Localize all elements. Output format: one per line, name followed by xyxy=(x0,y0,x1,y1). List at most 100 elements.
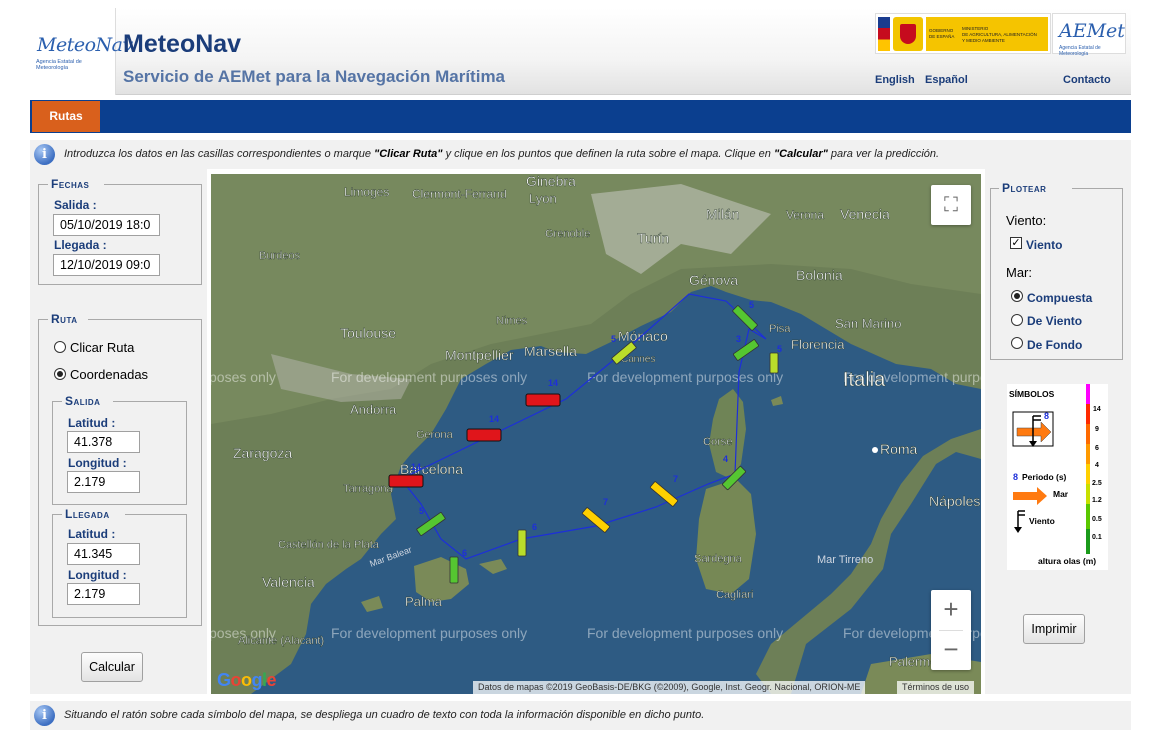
scale-value: 9 xyxy=(1095,426,1099,433)
city-label: Clermont-Ferrand xyxy=(412,187,507,201)
mar-heading: Mar: xyxy=(1006,265,1032,280)
salida-lat-label: Latitud : xyxy=(68,416,116,430)
roma-marker xyxy=(872,447,878,453)
city-label: Mónaco xyxy=(618,328,668,344)
mar-de-fondo-radio[interactable] xyxy=(1011,337,1023,349)
tab-rutas[interactable]: Rutas xyxy=(32,101,100,132)
calcular-button[interactable]: Calcular xyxy=(81,652,143,682)
scale-value: 0.5 xyxy=(1092,516,1102,523)
city-label: Nimes xyxy=(496,315,528,327)
city-label: Andorra xyxy=(350,402,397,417)
llegada-lat-input[interactable]: 41.345 xyxy=(67,543,140,565)
svg-text:14: 14 xyxy=(489,414,499,424)
zoom-out-button[interactable]: − xyxy=(931,630,971,670)
terms-link[interactable]: Términos de uso xyxy=(897,681,975,694)
city-label: Alicante (Alacant) xyxy=(238,635,324,647)
info-icon: i xyxy=(34,144,55,165)
sardinia-island xyxy=(696,479,756,594)
mar-de-viento-radio[interactable] xyxy=(1011,314,1023,326)
example-period-2: 8 xyxy=(1013,472,1019,482)
watermark-text: For development purposes only xyxy=(587,625,783,641)
navbar: Rutas xyxy=(30,100,1131,133)
mar-de-fondo-label[interactable]: De Fondo xyxy=(1027,338,1082,352)
google-logo[interactable]: Google xyxy=(217,670,277,691)
llegada-lon-input[interactable]: 2.179 xyxy=(67,583,140,605)
scale-label: altura olas (m) xyxy=(1038,556,1097,566)
info-text-top: Introduzca los datos en las casillas cor… xyxy=(64,148,940,160)
svg-text:6: 6 xyxy=(462,548,467,558)
city-label: Grenoble xyxy=(545,228,590,240)
salida-date-input[interactable]: 05/10/2019 18:0 xyxy=(53,214,160,236)
english-link[interactable]: English xyxy=(875,74,915,86)
page-title: MeteoNav xyxy=(123,30,242,58)
scale-value: 1.2 xyxy=(1092,497,1102,504)
city-label: Montpellier xyxy=(445,347,514,363)
city-label: Castellón de la Plata xyxy=(278,539,380,551)
zoom-control: + − xyxy=(931,590,971,670)
zoom-in-button[interactable]: + xyxy=(931,590,971,630)
aemet-logo[interactable]: AEMet Agencia Estatal de Meteorología xyxy=(1052,13,1126,57)
clicar-ruta-label[interactable]: Clicar Ruta xyxy=(70,340,134,355)
city-label: Venecia xyxy=(840,206,890,222)
city-label: Marsella xyxy=(524,343,577,359)
mar-de-viento-label[interactable]: De Viento xyxy=(1027,314,1082,328)
ministry-text-2: DE AGRICULTURA, ALIMENTACIÓN xyxy=(962,32,1037,37)
watermark-text: For development purposes only xyxy=(331,625,527,641)
route-symbol[interactable]: 14 xyxy=(466,414,502,442)
clicar-ruta-radio[interactable] xyxy=(54,341,66,353)
government-logo[interactable]: GOBIERNO DE ESPAÑA MINISTERIO DE AGRICUL… xyxy=(875,13,1051,54)
llegada-lat-label: Latitud : xyxy=(68,527,116,541)
city-label: Zaragoza xyxy=(233,445,292,461)
salida-date-label: Salida : xyxy=(54,198,97,212)
ministry-text-3: Y MEDIO AMBIENTE xyxy=(962,38,1005,43)
salida-lon-label: Longitud : xyxy=(68,456,127,470)
fullscreen-button[interactable]: ⛶ xyxy=(931,185,971,225)
route-symbol[interactable]: 5 xyxy=(732,300,758,331)
salida-lat-input[interactable]: 41.378 xyxy=(67,431,140,453)
route-symbol[interactable]: 3 xyxy=(733,334,759,361)
city-label: Verona xyxy=(786,208,824,222)
scale-value: 14 xyxy=(1093,406,1101,413)
contact-link[interactable]: Contacto xyxy=(1063,74,1111,86)
city-label: Génova xyxy=(689,272,738,288)
route-map[interactable]: poses only For development purposes only… xyxy=(211,174,981,694)
llegada-date-label: Llegada : xyxy=(54,238,107,252)
gov-text-1: GOBIERNO xyxy=(929,28,954,33)
periodo-label: Periodo (s) xyxy=(1022,472,1067,482)
map-canvas[interactable]: poses only For development purposes only… xyxy=(211,174,981,694)
spanish-link[interactable]: Español xyxy=(925,74,968,86)
logo-text: MeteoNav xyxy=(37,34,133,56)
sea-label: Mar Tirreno xyxy=(817,554,873,566)
fechas-legend: Fechas xyxy=(49,177,92,191)
meteonav-logo[interactable]: MeteoNav Agencia Estatal de Meteorología xyxy=(30,8,133,95)
mar-compuesta-label[interactable]: Compuesta xyxy=(1027,291,1092,305)
mar-compuesta-radio[interactable] xyxy=(1011,290,1023,302)
page-subtitle: Servicio de AEMet para la Navegación Mar… xyxy=(123,67,506,86)
route-symbol[interactable]: 14 xyxy=(525,378,561,407)
route-symbol[interactable]: 5 xyxy=(416,506,446,536)
imprimir-button[interactable]: Imprimir xyxy=(1023,614,1085,644)
coordenadas-label[interactable]: Coordenadas xyxy=(70,367,148,382)
menorca-island xyxy=(479,559,507,574)
viento-heading: Viento: xyxy=(1006,213,1047,228)
viento-option-label[interactable]: Viento xyxy=(1026,238,1062,252)
ruta-legend: Ruta xyxy=(49,312,80,326)
city-label: Ginebra xyxy=(526,174,576,189)
route-symbol[interactable]: 6 xyxy=(517,522,537,557)
city-label: Cagliari xyxy=(716,589,753,601)
city-label: Lyon xyxy=(529,191,557,206)
city-label: Burdeos xyxy=(259,250,300,262)
route-symbol[interactable]: 7 xyxy=(649,474,679,507)
city-label: Florencia xyxy=(791,337,845,352)
svg-text:5: 5 xyxy=(419,506,424,516)
salida-lon-input[interactable]: 2.179 xyxy=(67,471,140,493)
ibiza-island xyxy=(361,596,383,612)
scale-value: 6 xyxy=(1095,445,1099,452)
aemet-logo-subtitle: Agencia Estatal de Meteorología xyxy=(1059,45,1101,57)
city-label: Bolonia xyxy=(796,267,843,283)
viento-checkbox[interactable]: ✓ xyxy=(1010,237,1022,249)
city-label: Corse xyxy=(703,436,732,448)
coordenadas-radio[interactable] xyxy=(54,368,66,380)
llegada-date-input[interactable]: 12/10/2019 09:0 xyxy=(53,254,160,276)
svg-text:3: 3 xyxy=(736,334,741,344)
